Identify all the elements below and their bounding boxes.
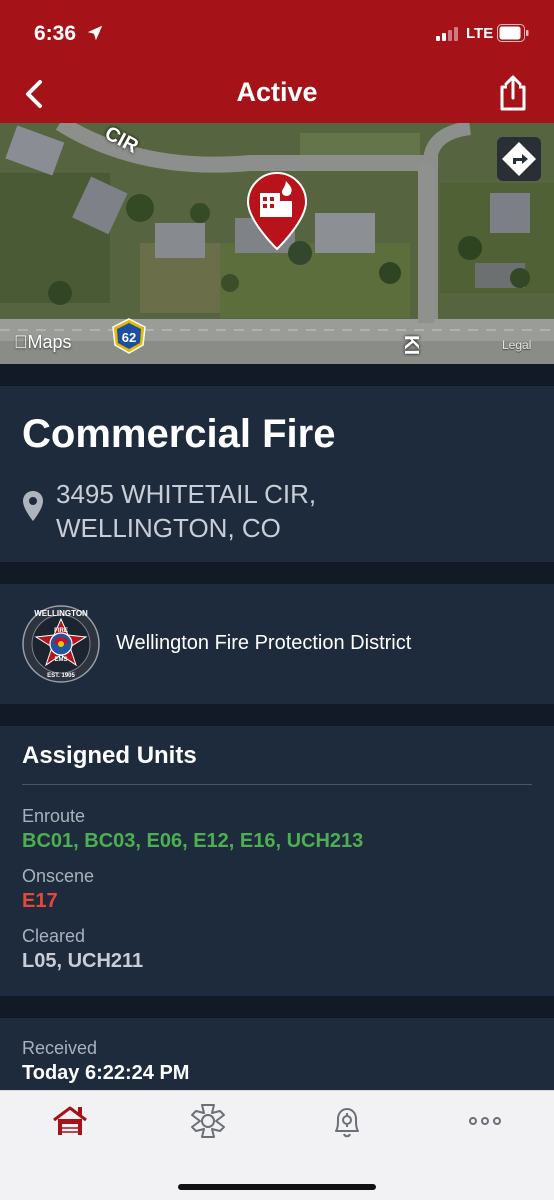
highway-shield-icon: 62 (112, 318, 146, 354)
agency-card[interactable]: WELLINGTON FIRE EMS EST. 1905 Wellington… (0, 584, 554, 704)
svg-text:EST. 1905: EST. 1905 (47, 673, 75, 679)
svg-text:EMS: EMS (54, 657, 67, 663)
nav-bar: Active (0, 66, 554, 123)
received-card: Received Today 6:22:24 PM (0, 1018, 554, 1090)
more-dots-icon[interactable] (465, 1101, 505, 1141)
agency-name: Wellington Fire Protection District (116, 632, 412, 654)
share-icon[interactable] (496, 74, 530, 112)
incident-type: Commercial Fire (22, 412, 336, 456)
legal-link[interactable]: Legal (502, 338, 531, 352)
incident-map[interactable]: CIR KI 62 Maps Legal (0, 123, 554, 364)
status-time: 6:36 (34, 22, 77, 45)
enroute-units: BC01, BC03, E06, E12, E16, UCH213 (22, 830, 364, 852)
firehouse-icon[interactable] (50, 1101, 90, 1141)
onscene-label: Onscene (22, 866, 95, 886)
incident-card: Commercial Fire 3495 WHITETAIL CIR, WELL… (0, 386, 554, 562)
onscene-units: E17 (22, 890, 58, 912)
location-pin-icon (23, 491, 43, 521)
apple-logo-icon:  (14, 332, 28, 352)
svg-text:FIRE: FIRE (54, 628, 68, 634)
status-bar: 6:36 LTE (0, 0, 554, 66)
network-type: LTE (466, 25, 494, 42)
received-time: Today 6:22:24 PM (22, 1062, 190, 1084)
map-street-label-2: KI (400, 335, 422, 355)
directions-button[interactable] (497, 137, 541, 181)
battery-icon (497, 24, 529, 42)
assigned-units-title: Assigned Units (22, 742, 197, 769)
bell-gear-icon[interactable] (327, 1101, 367, 1141)
enroute-label: Enroute (22, 806, 86, 826)
home-indicator[interactable] (178, 1184, 376, 1190)
maltese-cross-icon[interactable] (188, 1101, 228, 1141)
assigned-units-card: Assigned Units Enroute BC01, BC03, E06, … (0, 726, 554, 996)
maps-attribution[interactable]: Maps (14, 332, 72, 353)
signal-icon (436, 27, 462, 41)
svg-text:WELLINGTON: WELLINGTON (34, 609, 88, 618)
directions-icon (502, 142, 536, 176)
top-bar: 6:36 LTE Active (0, 0, 554, 123)
cleared-units: L05, UCH211 (22, 950, 144, 972)
received-label: Received (22, 1038, 98, 1058)
page-title: Active (236, 77, 318, 107)
building-fire-icon[interactable] (246, 171, 308, 251)
svg-text:62: 62 (122, 330, 136, 345)
cleared-label: Cleared (22, 926, 86, 946)
divider (22, 784, 532, 785)
incident-address[interactable]: 3495 WHITETAIL CIR, WELLINGTON, CO (56, 477, 316, 545)
agency-logo: WELLINGTON FIRE EMS EST. 1905 (22, 605, 100, 683)
location-arrow-icon (87, 25, 103, 41)
